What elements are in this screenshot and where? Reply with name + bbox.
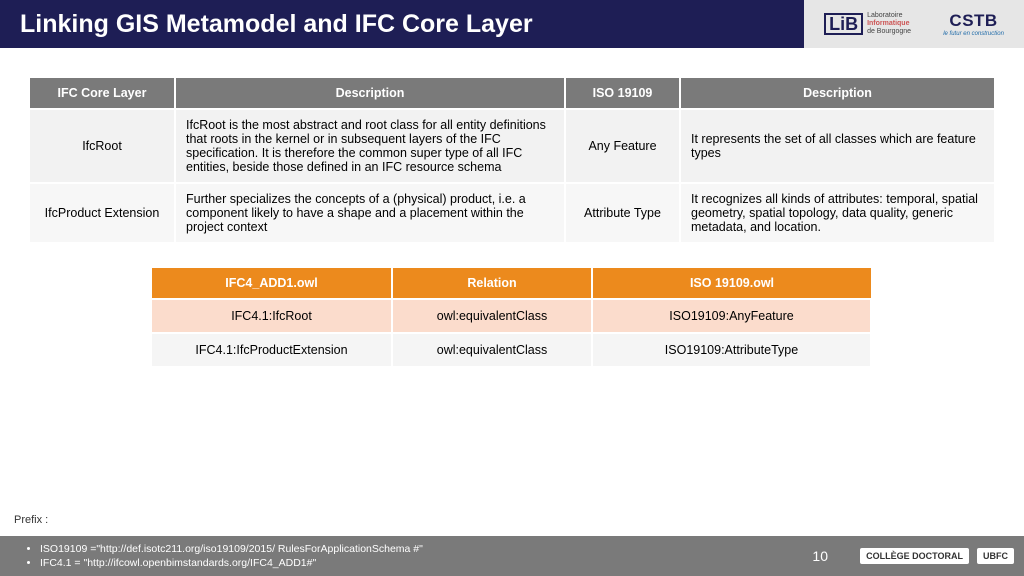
cell-desc: Further specializes the concepts of a (p… (175, 183, 565, 242)
table-row: IfcRoot IfcRoot is the most abstract and… (30, 109, 994, 183)
content: IFC Core Layer Description ISO 19109 Des… (0, 48, 1024, 366)
footer-logos: COLLÈGE DOCTORAL UBFC (860, 548, 1014, 564)
table-row: IfcProduct Extension Further specializes… (30, 183, 994, 242)
logo-area: LiB Laboratoire Informatique de Bourgogn… (804, 0, 1024, 48)
page-title: Linking GIS Metamodel and IFC Core Layer (0, 0, 804, 48)
college-doctoral-logo: COLLÈGE DOCTORAL (860, 548, 969, 564)
th-relation: Relation (392, 268, 592, 299)
prefix-label: Prefix : (14, 514, 48, 526)
lib-mark-icon: LiB (824, 13, 863, 35)
ubfc-logo: UBFC (977, 548, 1014, 564)
cell-iso-owl: ISO19109:AnyFeature (592, 299, 871, 333)
slide-footer: ISO19109 ="http://def.isotc211.org/iso19… (0, 536, 1024, 576)
th-iso-owl: ISO 19109.owl (592, 268, 871, 299)
th-desc1: Description (175, 78, 565, 109)
cell-ifc: IfcProduct Extension (30, 183, 175, 242)
cell-iso-desc: It recognizes all kinds of attributes: t… (680, 183, 994, 242)
cell-desc: IfcRoot is the most abstract and root cl… (175, 109, 565, 183)
lib-line1: Laboratoire (867, 12, 911, 20)
prefix-item: ISO19109 ="http://def.isotc211.org/iso19… (40, 542, 423, 556)
prefix-item: IFC4.1 = "http://ifcowl.openbimstandards… (40, 556, 423, 570)
cell-iso: Any Feature (565, 109, 680, 183)
th-ifc-owl: IFC4_ADD1.owl (152, 268, 392, 299)
cell-iso-desc: It represents the set of all classes whi… (680, 109, 994, 183)
cstb-small: le futur en construction (943, 31, 1004, 37)
table-row: IFC4.1:IfcRoot owl:equivalentClass ISO19… (152, 299, 871, 333)
page-number: 10 (812, 548, 828, 564)
cell-ifc: IfcRoot (30, 109, 175, 183)
cell-relation: owl:equivalentClass (392, 299, 592, 333)
slide-header: Linking GIS Metamodel and IFC Core Layer… (0, 0, 1024, 48)
lib-logo: LiB Laboratoire Informatique de Bourgogn… (824, 12, 911, 36)
th-iso: ISO 19109 (565, 78, 680, 109)
lib-text: Laboratoire Informatique de Bourgogne (867, 12, 911, 36)
owl-relation-table: IFC4_ADD1.owl Relation ISO 19109.owl IFC… (152, 268, 872, 366)
cell-iso: Attribute Type (565, 183, 680, 242)
lib-line2: Informatique (867, 20, 909, 27)
cell-ifc-owl: IFC4.1:IfcProductExtension (152, 333, 392, 366)
th-desc2: Description (680, 78, 994, 109)
lib-line3: de Bourgogne (867, 28, 911, 36)
cell-iso-owl: ISO19109:AttributeType (592, 333, 871, 366)
cell-relation: owl:equivalentClass (392, 333, 592, 366)
table-row: IFC4.1:IfcProductExtension owl:equivalen… (152, 333, 871, 366)
cstb-logo: CSTB le futur en construction (943, 11, 1004, 37)
th-ifc-core: IFC Core Layer (30, 78, 175, 109)
cstb-big: CSTB (943, 11, 1004, 31)
prefix-list: ISO19109 ="http://def.isotc211.org/iso19… (40, 542, 423, 570)
mapping-table: IFC Core Layer Description ISO 19109 Des… (30, 78, 994, 242)
cell-ifc-owl: IFC4.1:IfcRoot (152, 299, 392, 333)
